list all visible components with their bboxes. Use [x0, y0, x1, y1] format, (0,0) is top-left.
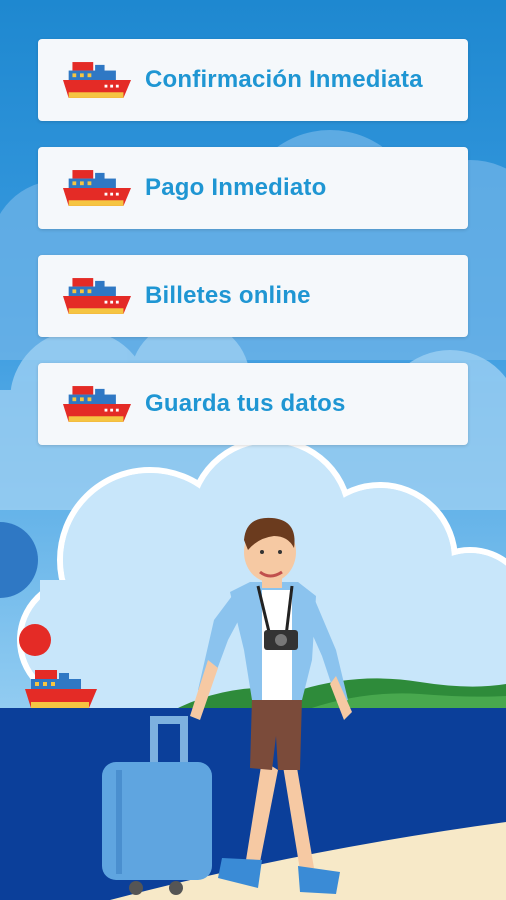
ferry-icon — [63, 170, 131, 206]
ferry-icon — [63, 278, 131, 314]
feature-label: Guarda tus datos — [145, 390, 346, 417]
feature-label: Pago Inmediato — [145, 174, 327, 201]
ferry-icon — [63, 386, 131, 422]
feature-card-billetes[interactable]: Billetes online — [38, 255, 468, 337]
feature-card-pago[interactable]: Pago Inmediato — [38, 147, 468, 229]
feature-card-guarda[interactable]: Guarda tus datos — [38, 363, 468, 445]
feature-label: Billetes online — [145, 282, 311, 309]
sun-icon — [19, 624, 51, 656]
ferry-icon — [63, 62, 131, 98]
feature-list: Confirmación Inmediata Pago Inmediato Bi… — [38, 39, 468, 471]
feature-label: Confirmación Inmediata — [145, 66, 423, 93]
feature-card-confirmacion[interactable]: Confirmación Inmediata — [38, 39, 468, 121]
